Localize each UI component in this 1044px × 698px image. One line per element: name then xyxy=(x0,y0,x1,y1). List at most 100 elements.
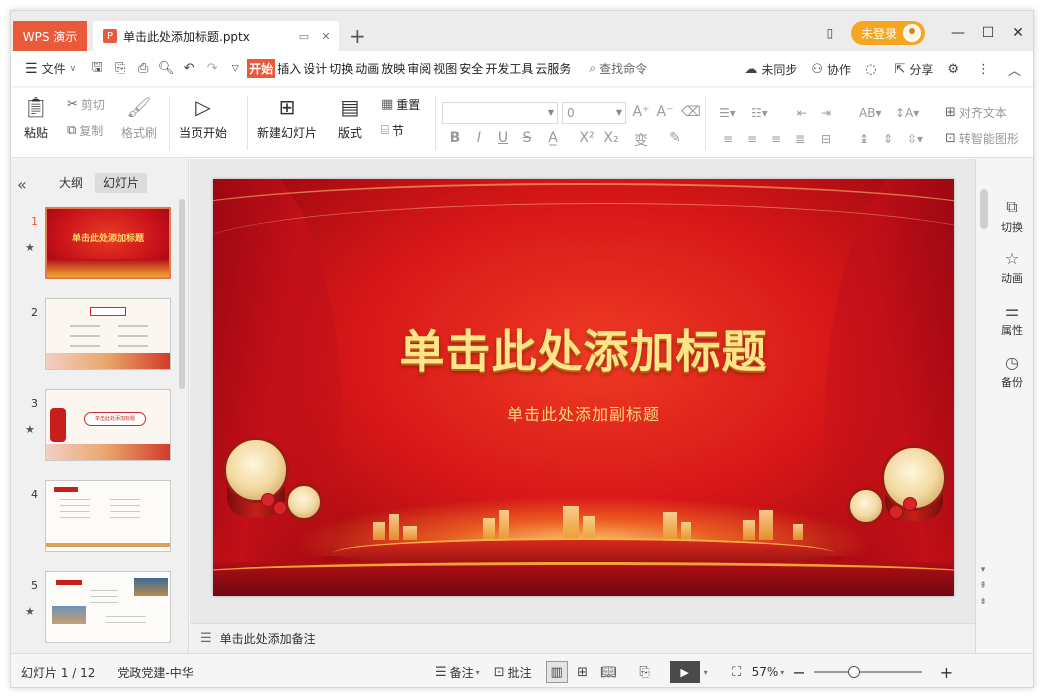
transition-pane-button[interactable]: ⧉ 切换 xyxy=(992,197,1032,235)
cut-button[interactable]: ✂ 剪切 xyxy=(67,96,105,113)
redo-icon[interactable]: ↷ xyxy=(201,58,223,80)
play-options-dropdown[interactable]: ▾ xyxy=(704,668,708,677)
close-window-button[interactable]: ✕ xyxy=(1003,19,1033,47)
thumbnail-scrollbar[interactable] xyxy=(179,199,185,389)
quick-access-dropdown-icon[interactable]: ▽ xyxy=(224,58,246,80)
tab-security[interactable]: 安全 xyxy=(459,60,483,77)
reading-view-button[interactable]: 📖︎ xyxy=(598,661,620,683)
notes-toggle-button[interactable]: ☰ 备注 ▾ xyxy=(435,664,480,681)
comment-bubble-button[interactable]: ◌ xyxy=(865,62,880,77)
slide-title-placeholder[interactable]: 单击此处添加标题 xyxy=(213,315,954,380)
numbered-list-icon[interactable]: ☷▾ xyxy=(751,106,768,120)
highlight-icon[interactable]: ✎ xyxy=(665,130,685,146)
slide-thumbnail-4[interactable]: 4 xyxy=(11,480,181,560)
new-tab-button[interactable]: + xyxy=(349,25,366,47)
play-from-current-button[interactable]: ▷ 当页开始 xyxy=(179,94,227,141)
settings-button[interactable]: ⚙ xyxy=(947,62,963,77)
align-text-button[interactable]: ⊞ 对齐文本 xyxy=(945,104,1007,121)
minimize-button[interactable]: — xyxy=(943,19,973,47)
layout-button[interactable]: ▤ 版式 xyxy=(337,94,363,141)
scroll-down-icon[interactable]: ▾ xyxy=(976,563,990,577)
tab-slides[interactable]: 幻灯片 xyxy=(95,173,148,193)
tab-cloud-service[interactable]: 云服务 xyxy=(535,60,571,77)
next-slide-icon[interactable]: ⇟ xyxy=(976,595,990,609)
paragraph-spacing-icon[interactable]: ⇕ xyxy=(883,132,893,146)
bullet-list-icon[interactable]: ☰▾ xyxy=(719,106,736,120)
subscript-icon[interactable]: X₂ xyxy=(601,130,621,146)
slide-canvas[interactable]: 单击此处添加标题 单击此处添加副标题 xyxy=(213,179,954,596)
undo-icon[interactable]: ↶ xyxy=(178,58,200,80)
normal-view-button[interactable]: ▥ xyxy=(545,661,568,683)
align-left-icon[interactable]: ≡ xyxy=(723,132,733,146)
phonetic-icon[interactable]: 变 xyxy=(631,130,651,150)
bold-icon[interactable]: B xyxy=(445,130,465,146)
increase-font-icon[interactable]: A⁺ xyxy=(631,104,651,120)
section-button[interactable]: ⌸ 节 xyxy=(381,122,404,139)
tab-transition[interactable]: 切换 xyxy=(329,60,353,77)
zoom-level-select[interactable]: 57% ▾ xyxy=(752,665,785,679)
strikethrough-icon[interactable]: S xyxy=(517,130,537,146)
notes-pane[interactable]: ☰ 单击此处添加备注 xyxy=(190,623,975,653)
tab-home[interactable]: 开始 xyxy=(247,59,276,78)
paste-button[interactable]: 📋︎ 粘贴 xyxy=(23,94,49,141)
animation-pane-button[interactable]: ☆ 动画 xyxy=(992,249,1032,286)
collaborate-button[interactable]: ⚇ 协作 xyxy=(811,61,851,78)
column-icon[interactable]: ⇳▾ xyxy=(907,132,923,146)
slide-thumbnail-3[interactable]: 3 ★ 单击此处添加标题 xyxy=(11,389,181,469)
decrease-indent-icon[interactable]: ⇤ xyxy=(797,106,807,120)
backup-pane-button[interactable]: ◷ 备份 xyxy=(992,353,1032,390)
decrease-font-icon[interactable]: A⁻ xyxy=(655,104,675,120)
properties-pane-button[interactable]: ⚌ 属性 xyxy=(992,301,1032,338)
underline-icon[interactable]: U xyxy=(493,130,513,146)
zoom-out-button[interactable]: − xyxy=(792,663,805,682)
export-pdf-icon[interactable]: ⎘ xyxy=(109,58,131,80)
slide-subtitle-placeholder[interactable]: 单击此处添加副标题 xyxy=(213,401,954,425)
copy-button[interactable]: ⧉ 复制 xyxy=(67,122,103,139)
maximize-button[interactable]: ☐ xyxy=(973,19,1003,47)
align-right-icon[interactable]: ≡ xyxy=(771,132,781,146)
tab-view[interactable]: 视图 xyxy=(433,60,457,77)
close-tab-icon[interactable]: ✕ xyxy=(317,27,335,45)
new-slide-button[interactable]: ⊞ 新建幻灯片 xyxy=(257,94,317,141)
slide-thumbnail-5[interactable]: 5 ★ xyxy=(11,571,181,651)
comment-toggle-button[interactable]: ⊡ 批注 xyxy=(494,664,532,681)
reset-button[interactable]: ▦ 重置 xyxy=(381,96,420,113)
justify-icon[interactable]: ≣ xyxy=(795,132,805,146)
italic-icon[interactable]: I xyxy=(469,130,489,146)
tab-design[interactable]: 设计 xyxy=(303,60,327,77)
distribute-icon[interactable]: ⊟ xyxy=(821,132,831,146)
fit-to-window-button[interactable]: ⛶ xyxy=(726,661,748,683)
font-name-select[interactable]: ▼ xyxy=(442,102,558,124)
format-painter-button[interactable]: 🖌︎ 格式刷 xyxy=(121,94,157,141)
tab-list-icon[interactable]: ▯ xyxy=(819,22,841,44)
play-slideshow-button[interactable]: ▶ xyxy=(669,661,700,683)
print-icon[interactable]: ⎙ xyxy=(132,58,154,80)
tab-slideshow[interactable]: 放映 xyxy=(381,60,405,77)
align-center-icon[interactable]: ≡ xyxy=(747,132,757,146)
tab-outline[interactable]: 大纲 xyxy=(51,173,91,193)
protect-eye-button[interactable]: ⎘ xyxy=(634,661,656,683)
more-button[interactable]: ⋮ xyxy=(977,62,994,77)
app-tab-wps[interactable]: WPS 演示 xyxy=(13,21,87,51)
search-command[interactable]: ⌕ 查找命令 xyxy=(589,60,647,77)
font-size-select[interactable]: 0 ▼ xyxy=(562,102,626,124)
slide-sorter-view-button[interactable]: ⊞ xyxy=(572,661,594,683)
slide-thumbnail-2[interactable]: 2 xyxy=(11,298,181,378)
tab-developer[interactable]: 开发工具 xyxy=(485,60,533,77)
file-menu[interactable]: ☰ 文件 ∨ xyxy=(25,60,76,77)
zoom-slider-thumb[interactable] xyxy=(847,666,860,678)
superscript-icon[interactable]: X² xyxy=(577,130,597,146)
share-button[interactable]: ⇱ 分享 xyxy=(894,61,933,78)
document-tab[interactable]: P 单击此处添加标题.pptx ▭ ✕ xyxy=(93,21,339,51)
canvas-scrollbar[interactable] xyxy=(980,189,988,229)
text-direction-icon[interactable]: ↕A▾ xyxy=(895,106,919,120)
slide-thumbnail-1[interactable]: 1 ★ 单击此处添加标题 xyxy=(11,207,181,287)
font-color-icon[interactable]: A̲ xyxy=(543,130,563,146)
tab-review[interactable]: 审阅 xyxy=(407,60,431,77)
smart-graphic-button[interactable]: ⊡ 转智能图形 xyxy=(945,130,1019,147)
zoom-slider[interactable] xyxy=(813,666,922,678)
sync-status-button[interactable]: ☁ 未同步 xyxy=(744,61,797,78)
tab-window-icon[interactable]: ▭ xyxy=(295,27,313,45)
collapse-ribbon-button[interactable]: ︿ xyxy=(1008,60,1025,79)
line-spacing-icon[interactable]: ↨ xyxy=(859,132,869,146)
